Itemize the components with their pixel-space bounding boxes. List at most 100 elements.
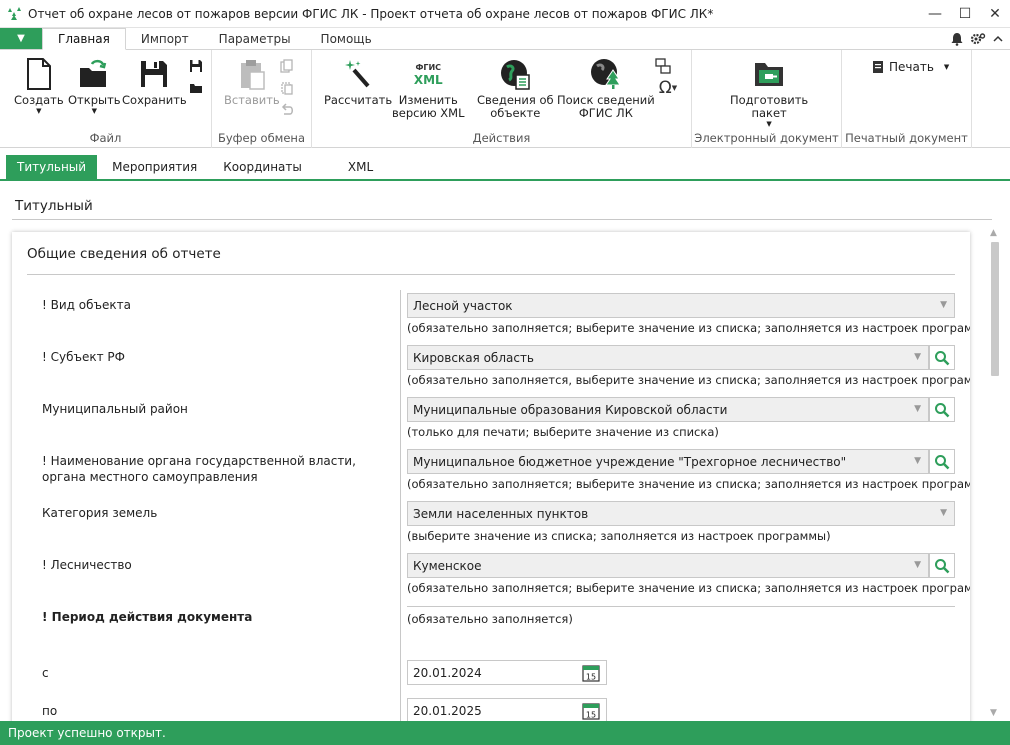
new-document-icon [23, 58, 55, 90]
file-menu-button[interactable]: ▼ [0, 28, 42, 49]
tab-coordinates[interactable]: Координаты [212, 155, 313, 179]
field-label-document-period: ! Период действия документа [42, 610, 253, 624]
create-button[interactable]: Создать ▼ [14, 58, 64, 115]
authority-name-search-button[interactable] [929, 449, 955, 474]
chevron-down-icon: ▼ [914, 352, 921, 362]
group-label-actions: Действия [472, 131, 531, 145]
title-bar: Отчет об охране лесов от пожаров версии … [0, 0, 1010, 28]
folder-icon[interactable] [188, 80, 204, 96]
municipal-district-search-button[interactable] [929, 397, 955, 422]
group-actions: Рассчитать ФГИС XML Изменить версию XML … [312, 50, 692, 148]
calendar-icon[interactable]: 15 [582, 702, 600, 720]
period-to-date-input[interactable]: 20.01.2025 15 [407, 698, 607, 723]
content-tab-bar: Титульный Мероприятия Координаты XML [0, 155, 1010, 181]
search-fgis-button[interactable]: Поиск сведений ФГИС ЛК [557, 58, 655, 120]
forestry-select[interactable]: Куменское ▼ [407, 553, 929, 578]
section-divider [12, 219, 992, 220]
prepare-package-button[interactable]: Подготовить пакет ▼ [730, 58, 808, 128]
group-print-document: Печать ▼ Печатный документ [842, 50, 972, 148]
card-divider [27, 274, 955, 275]
section-title: Титульный [15, 198, 93, 214]
field-hint-forestry: (обязательно заполняется; выберите значе… [407, 581, 970, 595]
cut-copy-icon[interactable] [279, 80, 295, 96]
ribbon-right-tools [950, 28, 1004, 50]
subject-rf-search-button[interactable] [929, 345, 955, 370]
paste-button[interactable]: Вставить [224, 58, 280, 107]
authority-name-select[interactable]: Муниципальное бюджетное учреждение "Трех… [407, 449, 929, 474]
globe-tree-icon [590, 58, 622, 90]
clipboard-paste-icon [236, 58, 268, 90]
undo-icon[interactable] [279, 102, 295, 118]
change-xml-version-button[interactable]: ФГИС XML Изменить версию XML [392, 58, 465, 120]
search-icon [935, 454, 950, 469]
fgis-xml-icon: ФГИС XML [413, 63, 443, 87]
group-label-file: Файл [89, 131, 122, 145]
field-hint-object-type: (обязательно заполняется; выберите значе… [407, 321, 970, 335]
search-icon [935, 558, 950, 573]
chevron-down-icon: ▼ [914, 456, 921, 466]
subject-rf-select[interactable]: Кировская область ▼ [407, 345, 929, 370]
chevron-down-icon: ▼ [766, 120, 772, 128]
period-from-date-input[interactable]: 20.01.2024 15 [407, 660, 607, 685]
bell-icon[interactable] [950, 32, 964, 46]
field-label-land-category: Категория земель [42, 506, 158, 520]
copy-icon[interactable] [279, 58, 295, 74]
municipal-district-select[interactable]: Муниципальные образования Кировской обла… [407, 397, 929, 422]
print-button[interactable]: Печать ▼ [872, 60, 949, 74]
forestry-search-button[interactable] [929, 553, 955, 578]
group-clipboard: Вставить Буфер обмена [212, 50, 312, 148]
field-label-municipal-district: Муниципальный район [42, 402, 188, 416]
save-button[interactable]: Сохранить [122, 58, 187, 107]
collapse-ribbon-icon[interactable] [992, 33, 1004, 45]
field-hint-municipal-district: (только для печати; выберите значение из… [407, 425, 719, 439]
maximize-button[interactable]: ☐ [950, 0, 980, 28]
field-label-period-to: по [42, 704, 58, 718]
calendar-icon[interactable]: 15 [582, 664, 600, 682]
search-icon [935, 350, 950, 365]
tab-events[interactable]: Мероприятия [101, 155, 208, 179]
field-hint-subject-rf: (обязательно заполняется, выберите значе… [407, 373, 970, 387]
field-hint-authority-name: (обязательно заполняется; выберите значе… [407, 477, 970, 491]
field-label-authority-name: ! Наименование органа государственной вл… [42, 454, 356, 484]
save-as-icon[interactable] [188, 58, 204, 74]
group-electronic-document: Подготовить пакет ▼ Электронный документ [692, 50, 842, 148]
minimize-button[interactable]: — [920, 0, 950, 28]
field-label-object-type: ! Вид объекта [42, 298, 131, 312]
field-label-period-from: с [42, 666, 49, 680]
open-button[interactable]: Открыть ▼ [68, 58, 121, 115]
window-layout-icon[interactable] [655, 58, 671, 74]
special-symbol-omega-icon[interactable]: Ω ▼ [655, 78, 681, 98]
vertical-scrollbar[interactable]: ▲ ▼ [986, 228, 1004, 718]
svg-text:15: 15 [586, 673, 596, 682]
chevron-down-icon: ▼ [91, 107, 97, 115]
tab-import[interactable]: Импорт [126, 28, 204, 49]
land-category-select[interactable]: Земли населенных пунктов ▼ [407, 501, 955, 526]
open-folder-icon [78, 58, 110, 90]
calculate-button[interactable]: Рассчитать [324, 58, 392, 107]
scroll-down-arrow-icon[interactable]: ▼ [990, 708, 997, 718]
field-label-subject-rf: ! Субъект РФ [42, 350, 125, 364]
chevron-down-icon: ▼ [943, 63, 950, 71]
period-divider [407, 606, 955, 607]
window-title: Отчет об охране лесов от пожаров версии … [28, 6, 714, 21]
ribbon-tab-bar: ▼ Главная Импорт Параметры Помощь [0, 28, 1010, 50]
tab-help[interactable]: Помощь [306, 28, 387, 49]
object-type-select[interactable]: Лесной участок ▼ [407, 293, 955, 318]
svg-text:15: 15 [586, 711, 596, 720]
tab-title-page[interactable]: Титульный [6, 155, 98, 179]
tab-home[interactable]: Главная [42, 28, 126, 50]
group-file: Создать ▼ Открыть ▼ Сохранить Файл [0, 50, 212, 148]
card-title: Общие сведения об отчете [27, 246, 221, 262]
settings-gear-icon[interactable] [970, 32, 986, 46]
status-text: Проект успешно открыт. [8, 726, 166, 740]
globe-document-icon [499, 58, 531, 90]
status-bar: Проект успешно открыт. [0, 721, 1010, 745]
tab-xml[interactable]: XML [337, 155, 384, 179]
object-info-button[interactable]: Сведения об объекте [477, 58, 554, 120]
tab-parameters[interactable]: Параметры [204, 28, 306, 49]
scroll-up-arrow-icon[interactable]: ▲ [990, 228, 997, 238]
scrollbar-thumb[interactable] [991, 242, 999, 376]
close-button[interactable]: ✕ [980, 0, 1010, 28]
chevron-down-icon: ▼ [914, 404, 921, 414]
app-logo-icon [8, 6, 21, 20]
